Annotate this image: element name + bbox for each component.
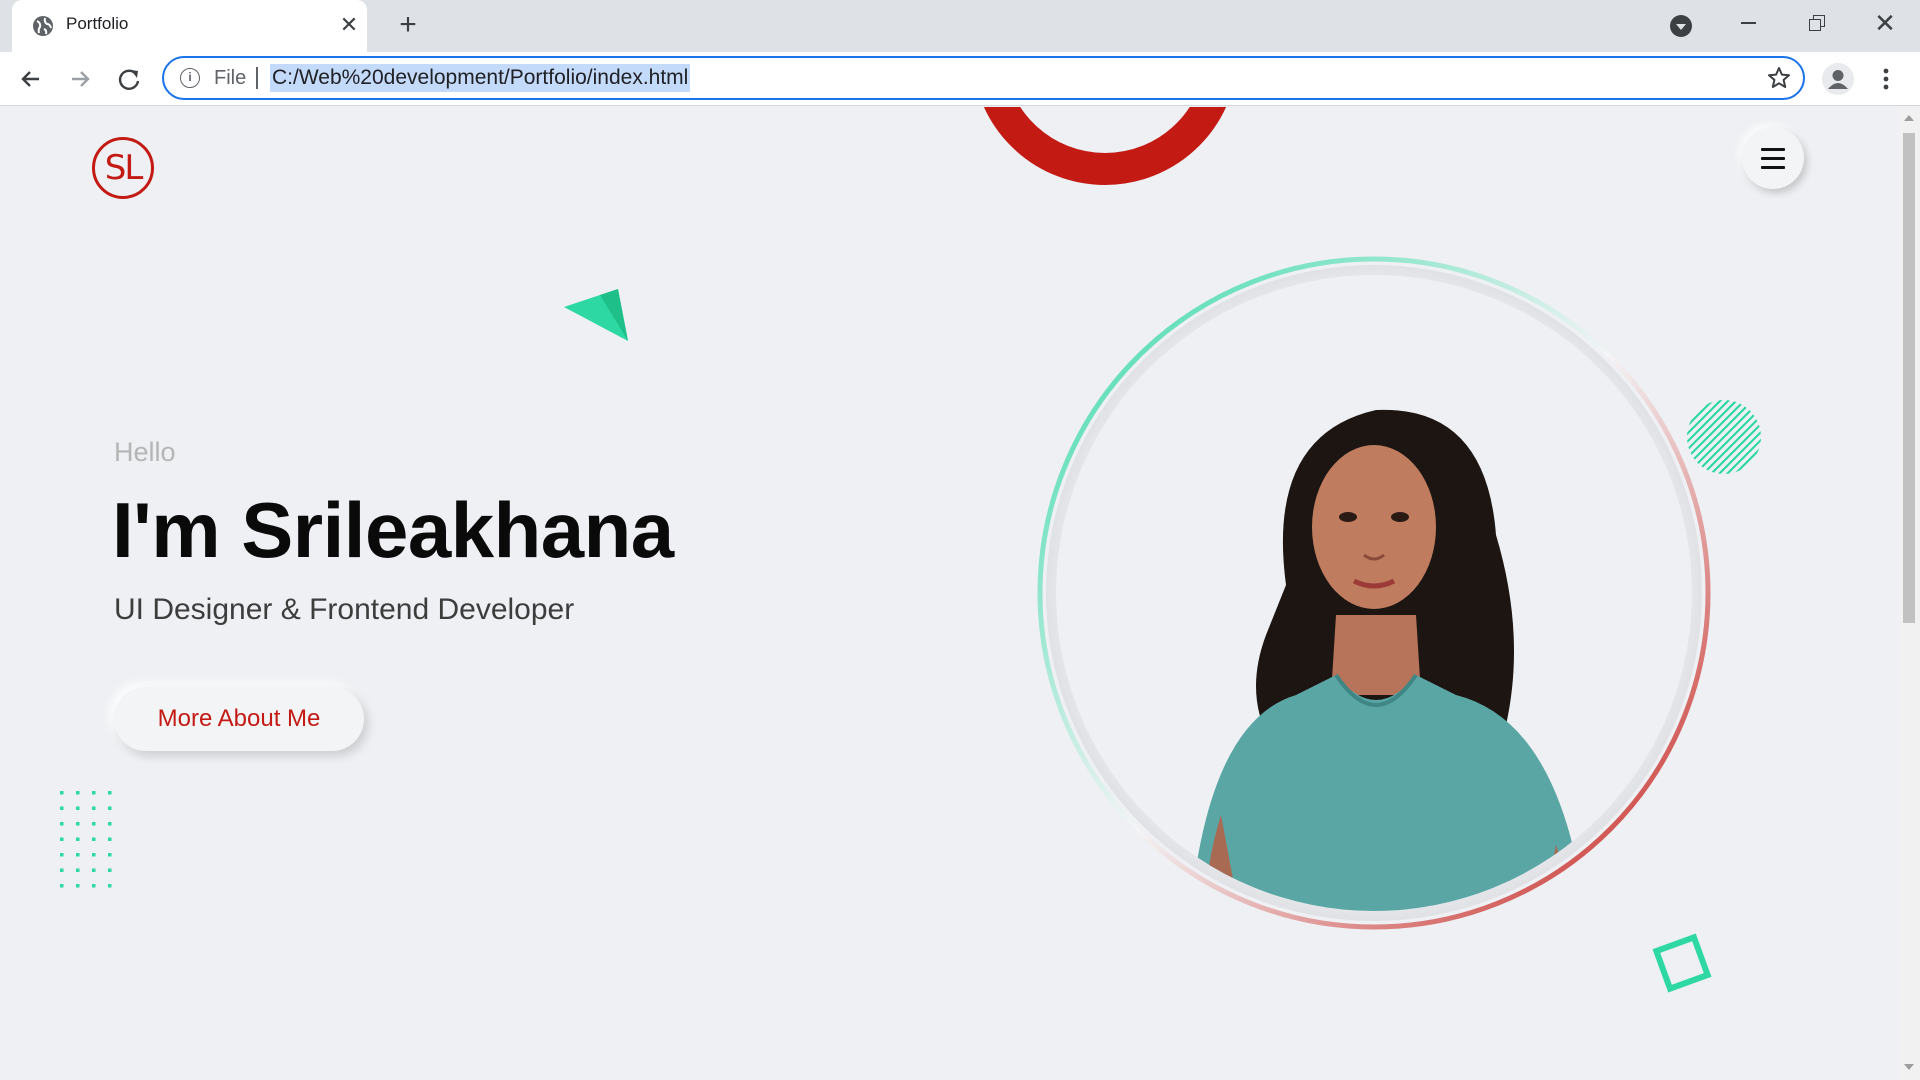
decorative-dot	[92, 884, 96, 888]
browser-toolbar: i File C:/Web%20development/Portfolio/in…	[0, 52, 1920, 106]
info-icon[interactable]: i	[180, 68, 200, 88]
green-square-outline-decoration	[1652, 933, 1712, 993]
portrait-photo	[1037, 256, 1711, 930]
decorative-dot	[92, 853, 96, 857]
decorative-dot	[108, 837, 112, 841]
site-logo[interactable]: SL	[92, 137, 154, 199]
hero-role: UI Designer & Frontend Developer	[114, 593, 575, 626]
hero-greeting: Hello	[114, 437, 176, 467]
url-text[interactable]: C:/Web%20development/Portfolio/index.htm…	[270, 64, 691, 92]
decorative-dot	[76, 791, 80, 795]
scroll-down-arrow-icon[interactable]	[1904, 1064, 1914, 1070]
decorative-dot	[108, 853, 112, 857]
more-about-me-button[interactable]: More About Me	[114, 687, 364, 751]
restore-button[interactable]	[1797, 8, 1837, 38]
globe-icon	[33, 16, 53, 36]
decorative-dot	[92, 868, 96, 872]
decorative-dot	[60, 853, 64, 857]
decorative-dot	[76, 868, 80, 872]
decorative-dot	[108, 884, 112, 888]
minimize-button[interactable]	[1728, 8, 1768, 38]
green-triangle-decoration	[564, 289, 628, 341]
decorative-dot	[92, 791, 96, 795]
red-ring-decoration	[983, 107, 1227, 185]
bookmark-star-icon[interactable]	[1766, 65, 1792, 91]
green-dot-grid-decoration	[60, 791, 112, 888]
decorative-dot	[60, 884, 64, 888]
decorative-dot	[92, 822, 96, 826]
decorative-dot	[60, 791, 64, 795]
decorative-dot	[60, 806, 64, 810]
decorative-dot	[76, 822, 80, 826]
tab-portfolio[interactable]: Portfolio ✕	[12, 0, 367, 52]
more-menu-icon[interactable]	[1876, 63, 1896, 95]
tab-close-icon[interactable]: ✕	[336, 12, 362, 38]
menu-bar	[1761, 166, 1785, 169]
menu-bar	[1761, 148, 1785, 151]
forward-arrow-icon[interactable]	[63, 62, 97, 96]
window-close-button[interactable]: ✕	[1865, 8, 1905, 38]
back-arrow-icon[interactable]	[14, 62, 48, 96]
tab-strip: Portfolio ✕ + ✕	[0, 0, 1920, 52]
vertical-scrollbar[interactable]	[1898, 107, 1920, 1080]
reload-icon[interactable]	[112, 62, 146, 96]
tab-search-icon[interactable]	[1670, 15, 1692, 37]
decorative-dot	[60, 837, 64, 841]
profile-avatar-icon[interactable]	[1822, 63, 1854, 95]
new-tab-button[interactable]: +	[392, 10, 424, 42]
hamburger-menu-button[interactable]	[1742, 127, 1804, 189]
decorative-dot	[92, 806, 96, 810]
decorative-dot	[108, 791, 112, 795]
tab-title: Portfolio	[66, 14, 129, 33]
decorative-dot	[76, 884, 80, 888]
menu-bar	[1761, 157, 1785, 160]
scrollbar-thumb[interactable]	[1903, 133, 1915, 623]
url-scheme-label: File	[214, 67, 247, 89]
browser-chrome: Portfolio ✕ + ✕ i File C:/Web%20developm…	[0, 0, 1920, 106]
decorative-dot	[108, 806, 112, 810]
decorative-dot	[108, 868, 112, 872]
address-bar[interactable]: i File C:/Web%20development/Portfolio/in…	[162, 56, 1805, 100]
decorative-dot	[76, 837, 80, 841]
scroll-up-arrow-icon[interactable]	[1904, 115, 1914, 121]
decorative-dot	[108, 822, 112, 826]
url-separator	[256, 67, 258, 89]
page-viewport: SL Hello I'm Srileakhana UI Designer & F…	[0, 107, 1898, 1080]
decorative-dot	[76, 853, 80, 857]
decorative-dot	[76, 806, 80, 810]
hero-name: I'm Srileakhana	[112, 486, 674, 574]
decorative-dot	[92, 837, 96, 841]
decorative-dot	[60, 868, 64, 872]
decorative-dot	[60, 822, 64, 826]
